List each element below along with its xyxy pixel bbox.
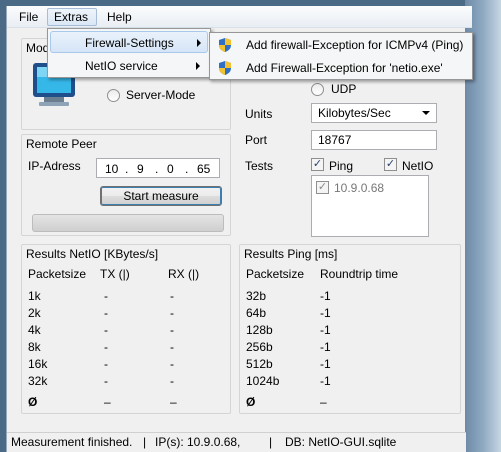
menu-file[interactable]: File: [13, 8, 44, 26]
ping-row-time: -1: [320, 323, 331, 337]
status-message: Measurement finished.: [11, 435, 133, 449]
ip-address-input[interactable]: 10 . 9 . 0 . 65: [96, 158, 220, 178]
host-checkbox[interactable]: ✓: [316, 181, 329, 194]
ip-dot: .: [125, 162, 129, 176]
netio-checkbox[interactable]: ✓: [384, 158, 397, 171]
netio-label: NetIO: [402, 159, 434, 173]
netio-header-packetsize: Packetsize: [28, 267, 87, 281]
extras-menu: Firewall-Settings NetIO service: [47, 28, 211, 78]
netio-average-tx: –: [104, 395, 111, 409]
menu-item-firewall-settings[interactable]: Firewall-Settings: [50, 31, 208, 53]
ping-row-time: -1: [320, 357, 331, 371]
port-input[interactable]: 18767: [311, 130, 437, 150]
menu-help[interactable]: Help: [101, 8, 138, 26]
udp-radio[interactable]: [311, 83, 324, 96]
netio-row-rx: -: [170, 323, 174, 337]
ping-header-packetsize: Packetsize: [246, 267, 305, 281]
netio-row-rx: -: [170, 357, 174, 371]
ping-row-size: 64b: [246, 306, 267, 320]
submenu-arrow-icon: [197, 39, 201, 47]
results-netio-group: Results NetIO [KBytes/s] Packetsize TX (…: [21, 244, 231, 414]
netio-row-tx: -: [104, 289, 108, 303]
menu-extras[interactable]: Extras: [47, 8, 97, 26]
ip-octet-2: 9: [137, 162, 144, 176]
ping-header-roundtrip: Roundtrip time: [320, 267, 399, 281]
menu-item-add-icmp-exception[interactable]: Add firewall-Exception for ICMPv4 (Ping): [212, 34, 470, 56]
netio-row-tx: -: [104, 323, 108, 337]
netio-row-size: 4k: [28, 323, 41, 337]
submenu-arrow-icon: [196, 62, 200, 70]
status-separator: |: [269, 435, 273, 449]
udp-label: UDP: [331, 82, 357, 96]
units-select-value: Kilobytes/Sec: [318, 106, 391, 120]
uac-shield-icon: [219, 38, 231, 52]
netio-row-tx: -: [104, 374, 108, 388]
ip-octet-3: 0: [167, 162, 174, 176]
status-bar: Measurement finished. | IP(s): 10.9.0.68…: [7, 432, 466, 452]
port-label: Port: [245, 133, 268, 147]
chevron-down-icon: [422, 111, 430, 115]
netio-header-rx: RX (|): [168, 267, 200, 281]
netio-row-size: 1k: [28, 289, 41, 303]
menubar: File Extras Help: [7, 6, 472, 28]
results-ping-title: Results Ping [ms]: [244, 247, 338, 261]
ping-checkbox[interactable]: ✓: [311, 158, 324, 171]
host-label: 10.9.0.68: [334, 181, 385, 195]
ping-row-size: 512b: [246, 357, 273, 371]
netio-row-size: 2k: [28, 306, 41, 320]
netio-row-rx: -: [170, 306, 174, 320]
menu-item-label: Firewall-Settings: [85, 36, 174, 50]
menu-item-label: Add firewall-Exception for ICMPv4 (Ping): [246, 38, 464, 52]
ping-row-size: 256b: [246, 340, 273, 354]
ping-row-time: -1: [320, 340, 331, 354]
ping-row-size: 128b: [246, 323, 273, 337]
menu-item-netio-service[interactable]: NetIO service: [50, 55, 208, 77]
server-mode-radio[interactable]: [107, 89, 120, 102]
netio-average-rx: –: [170, 395, 177, 409]
remote-peer-group: Remote Peer IP-Adress 10 . 9 . 0 . 65 St…: [21, 134, 231, 236]
status-db: DB: NetIO-GUI.sqlite: [285, 435, 397, 449]
netio-header-tx: TX (|): [100, 267, 130, 281]
ping-average-label: Ø: [246, 395, 256, 409]
ip-octet-1: 10: [105, 162, 119, 176]
netio-row-size: 8k: [28, 340, 41, 354]
netio-row-rx: -: [170, 374, 174, 388]
ping-label: Ping: [329, 159, 354, 173]
uac-shield-icon: [219, 61, 231, 75]
results-netio-title: Results NetIO [KBytes/s]: [26, 247, 159, 261]
menu-item-label: NetIO service: [85, 59, 158, 73]
ping-row-size: 1024b: [246, 374, 280, 388]
ip-dot: .: [155, 162, 159, 176]
ping-row-time: -1: [320, 289, 331, 303]
ip-dot: .: [185, 162, 189, 176]
netio-row-tx: -: [104, 357, 108, 371]
netio-row-size: 16k: [28, 357, 48, 371]
measure-progress-bar: [32, 214, 224, 232]
netio-row-rx: -: [170, 340, 174, 354]
netio-row-tx: -: [104, 340, 108, 354]
ping-row-time: -1: [320, 374, 331, 388]
status-ips: IP(s): 10.9.0.68,: [155, 435, 241, 449]
remote-peer-title: Remote Peer: [26, 137, 97, 151]
status-separator: |: [143, 435, 147, 449]
ping-row-time: -1: [320, 306, 331, 320]
hosts-listbox[interactable]: ✓ 10.9.0.68: [311, 175, 429, 237]
units-select[interactable]: Kilobytes/Sec: [311, 103, 437, 123]
netio-average-label: Ø: [28, 395, 38, 409]
ping-average-time: –: [320, 395, 327, 409]
menu-item-add-netio-exception[interactable]: Add Firewall-Exception for 'netio.exe': [212, 57, 470, 79]
menu-item-label: Add Firewall-Exception for 'netio.exe': [246, 61, 443, 75]
ip-octet-4: 65: [197, 162, 211, 176]
netio-row-rx: -: [170, 289, 174, 303]
ip-address-label: IP-Adress: [28, 159, 81, 173]
netio-row-size: 32k: [28, 374, 48, 388]
tests-label: Tests: [245, 159, 274, 173]
firewall-submenu: Add firewall-Exception for ICMPv4 (Ping)…: [209, 32, 473, 80]
server-mode-label: Server-Mode: [126, 88, 196, 102]
results-ping-group: Results Ping [ms] Packetsize Roundtrip t…: [239, 244, 461, 414]
units-label: Units: [245, 107, 273, 121]
start-measure-button[interactable]: Start measure: [100, 186, 222, 206]
netio-row-tx: -: [104, 306, 108, 320]
ping-row-size: 32b: [246, 289, 267, 303]
